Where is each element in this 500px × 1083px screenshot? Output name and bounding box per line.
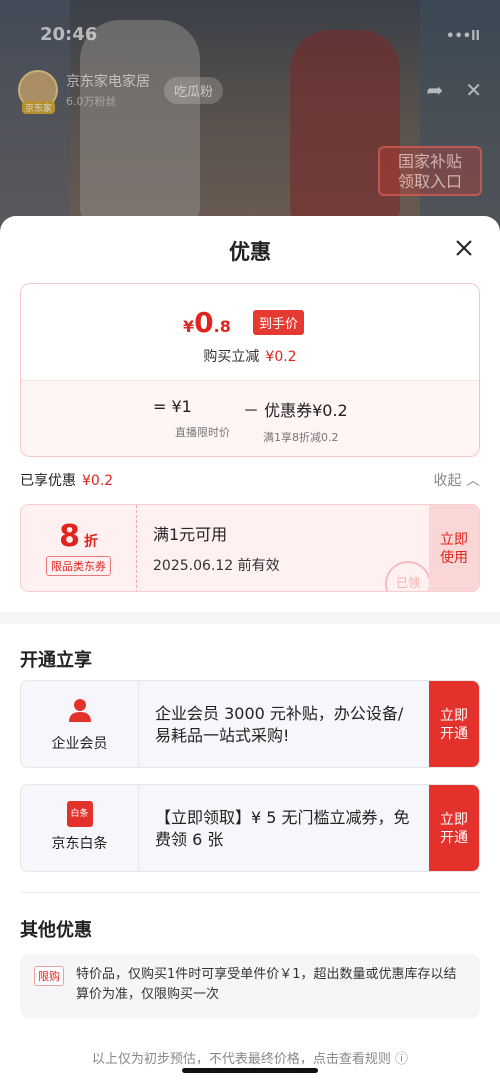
coupon-discount-unit: 折 [83,534,98,550]
subsidy-badge-line1: 国家补贴 [397,152,462,171]
coupon-deduction: － 优惠券¥0.2 [243,401,348,420]
shop-info[interactable]: 京东家电家居 6.0万粉丝 [66,71,150,109]
status-time: 20:46 [40,24,98,45]
share-icon[interactable]: ➦ [426,78,443,102]
avatar-tag: 京东家 [22,101,56,114]
base-price-column: = ¥1 直播限时价 [153,397,230,440]
fans-button[interactable]: 吃瓜粉 [164,76,224,104]
other-section-title: 其他优惠 [20,920,92,941]
final-price: ¥0.8 [183,306,231,339]
section-divider [0,612,500,624]
base-price: = ¥1 [153,397,192,416]
stream-header: 京东家 京东家电家居 6.0万粉丝 吃瓜粉 ➦ ✕ [18,68,482,114]
base-price-label: 直播限时价 [175,426,230,439]
coupon-condition: 满1元可用 [153,525,228,544]
shop-fans: 6.0万粉丝 [66,95,117,108]
coupon-type-badge: 限品类东券 [46,556,111,576]
home-indicator [182,1068,318,1073]
purchase-limit-tag: 限购 [34,966,64,986]
final-price-decimal: .8 [213,317,231,336]
final-price-integer: 0 [194,306,214,339]
status-bar: 20:46 •••ll [40,24,480,48]
baitiao-block: 白条 京东白条 [21,785,139,871]
use-coupon-button[interactable]: 立即 使用 [429,505,479,591]
purchase-limit-text: 特价品，仅购买1件时可享受单件价￥1，超出数量或优惠库存以结算价为准，仅限购买一… [76,967,457,1002]
coupon-card: 8折 限品类东券 满1元可用 2025.06.12 前有效 已领 立即 使用 [20,504,480,592]
coupon-discount: 8折 [21,519,136,554]
presenter-figure [80,20,200,220]
open-enterprise-button-line1: 立即 [440,708,468,724]
open-baitiao-button[interactable]: 立即 开通 [429,785,479,871]
subsidy-badge[interactable]: 国家补贴 领取入口 [378,146,482,196]
baitiao-icon-label: 白条 [70,809,89,819]
use-coupon-button-line1: 立即 [440,532,468,548]
enterprise-member-card: 企业会员 企业会员 3000 元补贴，办公设备/易耗品一站式采购! 立即 开通 [20,680,480,768]
other-discount-box: 限购 特价品，仅购买1件时可享受单件价￥1，超出数量或优惠库存以结算价为准，仅限… [20,954,480,1018]
close-stream-icon[interactable]: ✕ [465,78,482,102]
baitiao-name: 京东白条 [51,836,108,852]
thin-divider [20,892,480,893]
baitiao-icon: 白条 [66,801,93,827]
sheet-title: 优惠 [229,240,271,264]
coupon-deduction-rule: 满1享8折减0.2 [263,431,339,444]
enjoyed-label: 已享优惠 [20,473,76,489]
discount-sheet: 优惠 ¥0.8 到手价 购买立减 ¥0.2 = ¥1 直播限时价 － 优惠券¥0.… [0,216,500,1083]
shop-avatar[interactable]: 京东家 [18,70,58,114]
person-icon [68,699,91,722]
final-price-yen: ¥ [183,317,195,336]
live-stream-background: 20:46 •••ll 京东家 京东家电家居 6.0万粉丝 吃瓜粉 ➦ ✕ 国家… [0,0,500,230]
status-icons: •••ll [446,24,480,48]
enjoyed-discount-row: 已享优惠 ¥0.2 收起 ︿ [20,470,480,492]
coupon-validity: 2025.06.12 前有效 [153,558,280,574]
final-price-tag: 到手价 [253,310,305,335]
close-icon[interactable] [452,236,476,260]
shop-name: 京东家电家居 [66,74,150,90]
subsidy-badge-line2: 领取入口 [397,172,462,191]
enterprise-member-block: 企业会员 [21,681,139,767]
open-enterprise-button-line2: 开通 [440,726,468,742]
price-breakdown: = ¥1 直播限时价 － 优惠券¥0.2 满1享8折减0.2 [21,380,479,456]
coupon-deduction-column: － 优惠券¥0.2 满1享8折减0.2 [243,397,348,445]
reduce-value: ¥0.2 [265,349,297,365]
open-baitiao-button-line2: 开通 [440,830,468,846]
baitiao-desc: 【立即领取】¥ 5 无门槛立减券，免费领 6 张 [155,808,410,849]
rules-footer-link[interactable]: 以上仅为初步预估，不代表最终价格，点击查看规则 ⓘ [0,1048,500,1067]
open-baitiao-button-line1: 立即 [440,812,468,828]
enjoyed-value: ¥0.2 [82,473,114,489]
enterprise-member-desc: 企业会员 3000 元补贴，办公设备/易耗品一站式采购! [155,704,404,745]
price-card: ¥0.8 到手价 购买立减 ¥0.2 = ¥1 直播限时价 － 优惠券¥0.2 满… [20,283,480,457]
open-section-title: 开通立享 [20,650,92,671]
claimed-stamp: 已领 [385,561,431,591]
signal-icon: •••ll [446,28,480,44]
baitiao-card: 白条 京东白条 【立即领取】¥ 5 无门槛立减券，免费领 6 张 立即 开通 [20,784,480,872]
use-coupon-button-line2: 使用 [440,550,468,566]
coupon-discount-value: 8 [59,519,80,554]
coupon-discount-block: 8折 限品类东券 [21,505,137,591]
price-summary: ¥0.8 到手价 购买立减 ¥0.2 [21,284,479,380]
open-enterprise-button[interactable]: 立即 开通 [429,681,479,767]
coupon-details: 满1元可用 2025.06.12 前有效 [153,521,280,575]
reduce-line: 购买立减 ¥0.2 [21,346,479,366]
reduce-label: 购买立减 [203,349,260,365]
collapse-button[interactable]: 收起 ︿ [434,470,480,490]
enterprise-member-name: 企业会员 [51,736,108,752]
